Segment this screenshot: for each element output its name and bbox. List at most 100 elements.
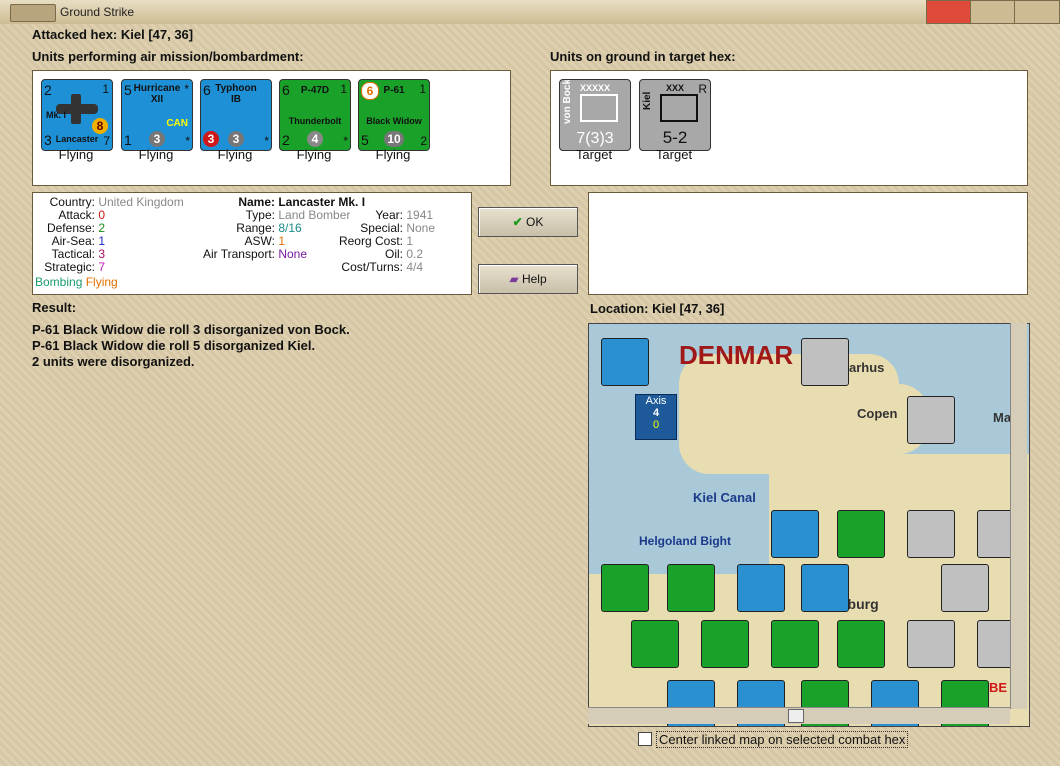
help-label: Help: [521, 272, 547, 286]
unit-subname: Lancaster: [55, 134, 99, 144]
air-units-panel: 2 1 Mk. I Lancaster 3 7 8 Flying 5 * Hur…: [32, 70, 511, 186]
air-unit-p47d[interactable]: 6 1 P-47D Thunderbolt 2 * 4: [279, 79, 351, 151]
map-vertical-scrollbar[interactable]: [1010, 323, 1027, 709]
ground-units-panel: von Bock XXXXX 7(3)3 Target Kiel XXX R 5…: [550, 70, 1028, 186]
axis-count2: 0: [652, 419, 660, 431]
mini-map[interactable]: DENMAR arhus Copen Kiel Canal Helgoland …: [588, 323, 1030, 727]
map-unit[interactable]: [631, 620, 679, 668]
map-unit[interactable]: [837, 620, 885, 668]
map-unit[interactable]: [801, 338, 849, 386]
map-unit[interactable]: [601, 564, 649, 612]
oil-value: 0.2: [406, 247, 424, 261]
unit-status: Flying: [296, 147, 332, 162]
map-label-kiel-canal: Kiel Canal: [693, 490, 756, 505]
air-unit-typhoon[interactable]: 6 Typhoon IB 3 * 3: [200, 79, 272, 151]
oil-key: Oil:: [385, 247, 403, 261]
special-value: None: [406, 221, 436, 235]
map-label-denmark: DENMAR: [679, 340, 794, 370]
range-value: 8/16: [278, 221, 302, 235]
name-value: Lancaster Mk. I: [278, 195, 366, 209]
unit-botleft: 3: [44, 132, 52, 148]
window-menu-button[interactable]: [10, 4, 56, 22]
map-unit[interactable]: [701, 620, 749, 668]
map-horizontal-scrollbar[interactable]: [588, 707, 1010, 724]
air-unit-lancaster[interactable]: 2 1 Mk. I Lancaster 3 7 8: [41, 79, 113, 151]
map-unit[interactable]: [907, 620, 955, 668]
map-label-helgoland: Helgoland Bight: [639, 534, 731, 548]
result-label: Result:: [32, 300, 77, 315]
unit-botright: *: [343, 134, 348, 148]
unit-status: Flying: [58, 147, 94, 162]
ground-unit-von-bock[interactable]: von Bock XXXXX 7(3)3: [559, 79, 631, 151]
title-bar: Ground Strike: [0, 0, 1060, 25]
close-button[interactable]: [926, 0, 972, 24]
unit-status: Flying: [138, 147, 174, 162]
attack-value: 0: [98, 208, 106, 222]
unit-topright: 1: [102, 82, 109, 96]
unit-botleft: 3: [203, 131, 219, 147]
minimize-button[interactable]: [970, 0, 1016, 24]
map-label-arhus: arhus: [849, 360, 885, 375]
ok-label: OK: [526, 215, 544, 229]
map-unit[interactable]: [601, 338, 649, 386]
unit-nation: CAN: [166, 118, 188, 129]
center-map-label[interactable]: Center linked map on selected combat hex: [656, 731, 909, 748]
target-info-panel: [588, 192, 1028, 295]
center-map-checkbox[interactable]: [638, 732, 652, 746]
ground-units-label: Units on ground in target hex:: [550, 49, 736, 64]
unit-name: P-61: [383, 85, 405, 96]
unit-botright: *: [264, 134, 269, 148]
ok-button[interactable]: ✔ OK: [478, 207, 578, 237]
unit-status: Flying: [217, 147, 253, 162]
country-value: United Kingdom: [98, 195, 184, 209]
help-button[interactable]: ▰ Help: [478, 264, 578, 294]
map-unit[interactable]: [907, 396, 955, 444]
unit-status: Flying: [375, 147, 411, 162]
airtransport-key: Air Transport:: [202, 247, 275, 261]
map-unit[interactable]: [801, 564, 849, 612]
asw-key: ASW:: [244, 234, 275, 248]
map-label-be: BE: [989, 680, 1008, 695]
map-unit[interactable]: [771, 510, 819, 558]
reorg-value: 1: [406, 234, 414, 248]
garrison-icon: [660, 94, 698, 122]
unit-subname: IB: [231, 94, 241, 105]
attacked-hex-label: Attacked hex: Kiel [47, 36]: [32, 27, 194, 42]
unit-reserve: R: [698, 82, 707, 96]
unit-botleft: 2: [282, 132, 290, 148]
map-unit[interactable]: [667, 564, 715, 612]
result-line: P-61 Black Widow die roll 3 disorganized…: [32, 322, 350, 337]
country-key: Country:: [49, 195, 95, 209]
air-units-label: Units performing air mission/bombardment…: [32, 49, 304, 64]
air-unit-p61[interactable]: 6 1 P-61 Black Widow 5 2 10: [358, 79, 430, 151]
axis-marker: Axis 4 0: [635, 394, 677, 440]
reorg-key: Reorg Cost:: [338, 234, 403, 248]
unit-status: Target: [655, 147, 693, 162]
location-label: Location: Kiel [47, 36]: [590, 301, 725, 316]
unit-status: Target: [575, 147, 613, 162]
unit-attack: 2: [44, 82, 52, 98]
air-unit-hurricane[interactable]: 5 * Hurricane XII CAN 1 * 3: [121, 79, 193, 151]
unit-botleft: 1: [124, 132, 132, 148]
unit-name: Hurricane: [133, 83, 181, 94]
map-unit[interactable]: [737, 564, 785, 612]
year-value: 1941: [406, 208, 434, 222]
maximize-button[interactable]: [1014, 0, 1060, 24]
unit-name: Typhoon: [215, 83, 257, 94]
scroll-thumb[interactable]: [788, 709, 804, 723]
unit-botright: 7: [103, 134, 110, 148]
unit-strength: 5-2: [662, 128, 688, 147]
window-title: Ground Strike: [60, 5, 135, 19]
map-unit[interactable]: [771, 620, 819, 668]
map-unit[interactable]: [837, 510, 885, 558]
strategic-value: 7: [98, 260, 106, 274]
map-unit[interactable]: [941, 564, 989, 612]
defense-key: Defense:: [46, 221, 95, 235]
map-unit[interactable]: [907, 510, 955, 558]
unit-subname: Black Widow: [366, 116, 422, 126]
ground-unit-kiel[interactable]: Kiel XXX R 5-2: [639, 79, 711, 151]
axis-label: Axis: [645, 395, 667, 407]
cost-value: 4/4: [406, 260, 424, 274]
unit-range-circle: 3: [228, 131, 244, 147]
infantry-icon: [580, 94, 618, 122]
